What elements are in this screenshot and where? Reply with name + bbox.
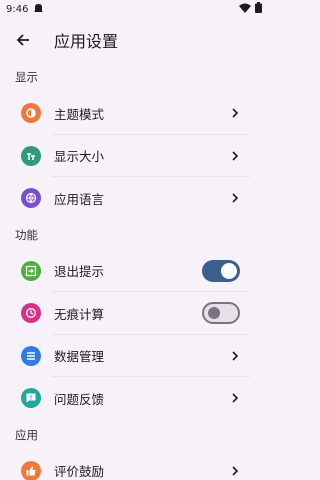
chevron-right-icon xyxy=(228,349,242,363)
settings-row[interactable]: 应用语言 xyxy=(0,177,270,220)
page-title: 应用设置 xyxy=(54,32,119,51)
toggle-knob xyxy=(221,262,237,279)
chevron-right-icon xyxy=(228,191,242,205)
settings-row[interactable]: 评价鼓励 xyxy=(0,450,270,480)
feedback-icon xyxy=(21,388,41,409)
settings-row[interactable]: 数据管理 xyxy=(0,335,270,377)
settings-row-label: 问题反馈 xyxy=(54,391,105,407)
settings-row-label: 退出提示 xyxy=(54,264,105,280)
settings-row[interactable]: 显示大小 xyxy=(0,135,270,177)
history-icon xyxy=(21,303,41,324)
chevron-right-icon xyxy=(228,149,242,163)
back-button[interactable] xyxy=(10,27,36,53)
wifi-icon xyxy=(239,3,251,16)
settings-row[interactable]: 主题模式 xyxy=(0,92,270,135)
theme-icon xyxy=(21,103,41,124)
text-size-icon xyxy=(21,145,41,166)
settings-row-label: 主题模式 xyxy=(54,106,105,122)
chevron-right-icon xyxy=(228,106,242,120)
settings-row[interactable]: 无痕计算 xyxy=(0,292,270,335)
battery-icon xyxy=(255,2,262,16)
settings-row[interactable]: 问题反馈 xyxy=(0,377,270,420)
settings-row-label: 评价鼓励 xyxy=(54,464,105,480)
settings-row-label: 应用语言 xyxy=(54,191,105,207)
exit-icon xyxy=(21,260,41,281)
status-time: 9:46 xyxy=(6,3,29,15)
settings-row-label: 数据管理 xyxy=(54,349,105,365)
list-icon xyxy=(21,345,41,366)
chevron-right-icon xyxy=(228,464,242,478)
section-header: 功能 xyxy=(15,227,38,242)
arrow-back-icon xyxy=(16,34,29,46)
settings-row[interactable]: 退出提示 xyxy=(0,250,270,292)
toggle-switch[interactable] xyxy=(202,259,240,282)
thumb-up-icon xyxy=(21,460,41,480)
section-header: 显示 xyxy=(15,70,38,84)
app-bar: 应用设置 xyxy=(0,18,270,62)
globe-icon xyxy=(21,188,41,209)
notification-icon xyxy=(34,3,44,16)
settings-row-label: 无痕计算 xyxy=(54,306,105,322)
settings-row-label: 显示大小 xyxy=(54,149,105,165)
status-bar: 9:46 xyxy=(0,0,270,18)
toggle-knob xyxy=(208,307,220,320)
chevron-right-icon xyxy=(228,391,242,405)
section-header: 应用 xyxy=(15,427,38,442)
toggle-switch[interactable] xyxy=(202,302,240,325)
settings-list: 显示主题模式显示大小应用语言功能退出提示无痕计算数据管理问题反馈应用评价鼓励 xyxy=(0,62,270,480)
